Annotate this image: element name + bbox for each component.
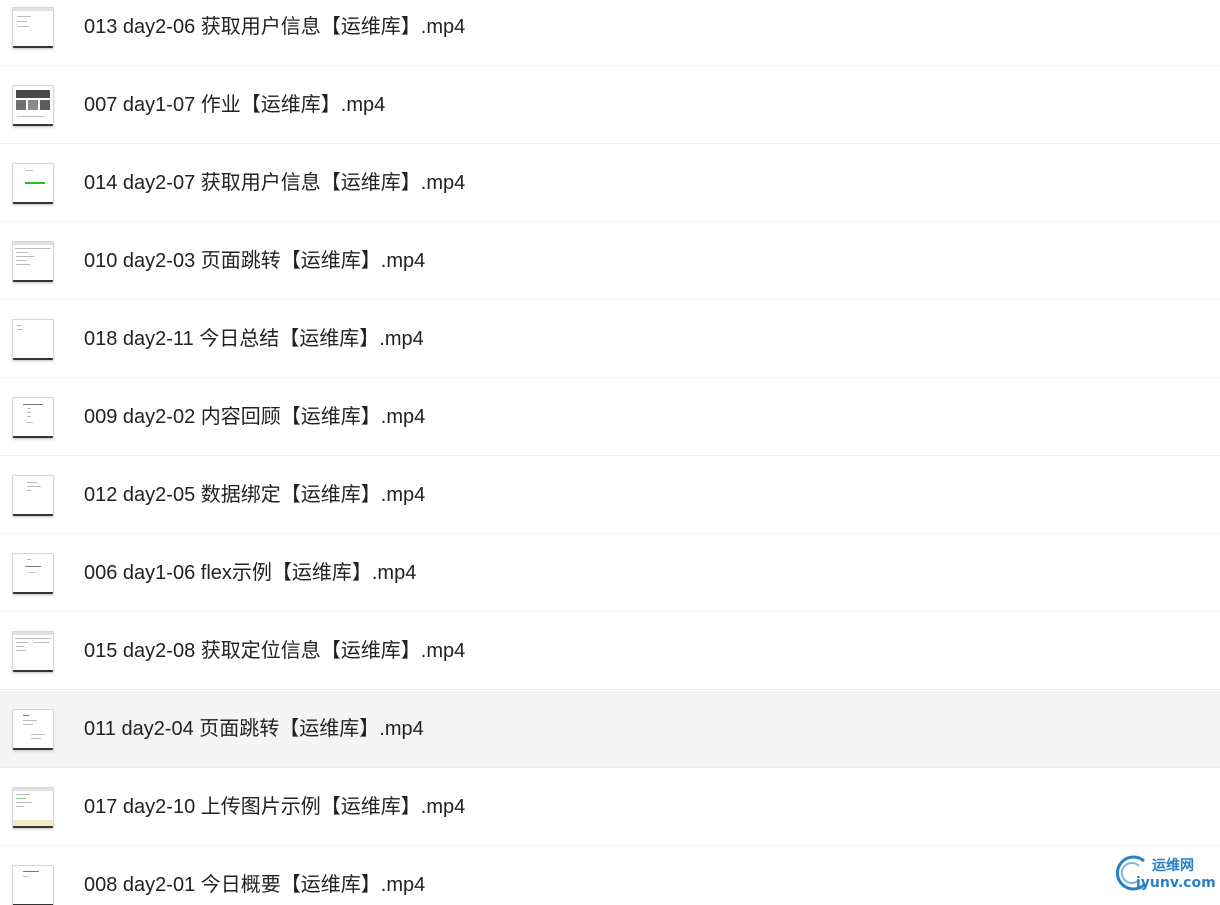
video-thumbnail-icon	[12, 865, 54, 905]
file-row[interactable]: 006 day1-06 flex示例【运维库】.mp4	[0, 535, 1220, 612]
file-row[interactable]: 014 day2-07 获取用户信息【运维库】.mp4	[0, 145, 1220, 222]
file-row-hovered[interactable]: 011 day2-04 页面跳转【运维库】.mp4	[0, 691, 1220, 768]
watermark-text-bottom: iyunv.com	[1136, 875, 1216, 891]
video-thumbnail-icon	[12, 787, 54, 829]
file-name: 008 day2-01 今日概要【运维库】.mp4	[84, 874, 426, 896]
video-thumbnail-icon	[12, 709, 54, 751]
file-name: 007 day1-07 作业【运维库】.mp4	[84, 94, 386, 116]
video-thumbnail-icon	[12, 631, 54, 673]
video-thumbnail-icon	[12, 7, 54, 49]
file-row[interactable]: 008 day2-01 今日概要【运维库】.mp4	[0, 847, 1220, 905]
watermark-text-top: 运维网	[1152, 858, 1194, 874]
file-name: 009 day2-02 内容回顾【运维库】.mp4	[84, 406, 426, 428]
video-thumbnail-icon	[12, 319, 54, 361]
file-name: 012 day2-05 数据绑定【运维库】.mp4	[84, 484, 426, 506]
file-name: 014 day2-07 获取用户信息【运维库】.mp4	[84, 172, 466, 194]
file-name: 015 day2-08 获取定位信息【运维库】.mp4	[84, 640, 466, 662]
file-list: 013 day2-06 获取用户信息【运维库】.mp4 007 day1-07 …	[0, 0, 1220, 905]
file-name: 011 day2-04 页面跳转【运维库】.mp4	[84, 718, 424, 740]
file-name: 010 day2-03 页面跳转【运维库】.mp4	[84, 250, 426, 272]
file-row[interactable]: 015 day2-08 获取定位信息【运维库】.mp4	[0, 613, 1220, 690]
file-name: 018 day2-11 今日总结【运维库】.mp4	[84, 328, 424, 350]
file-row[interactable]: 017 day2-10 上传图片示例【运维库】.mp4	[0, 769, 1220, 846]
file-name: 017 day2-10 上传图片示例【运维库】.mp4	[84, 796, 466, 818]
file-row[interactable]: 018 day2-11 今日总结【运维库】.mp4	[0, 301, 1220, 378]
video-thumbnail-icon	[12, 163, 54, 205]
video-thumbnail-icon	[12, 85, 54, 127]
file-name: 006 day1-06 flex示例【运维库】.mp4	[84, 562, 417, 584]
video-thumbnail-icon	[12, 397, 54, 439]
file-row[interactable]: 009 day2-02 内容回顾【运维库】.mp4	[0, 379, 1220, 456]
video-thumbnail-icon	[12, 241, 54, 283]
file-row[interactable]: 007 day1-07 作业【运维库】.mp4	[0, 67, 1220, 144]
file-name: 013 day2-06 获取用户信息【运维库】.mp4	[84, 16, 466, 38]
video-thumbnail-icon	[12, 553, 54, 595]
watermark-logo: 运维网 iyunv.com	[1114, 853, 1216, 897]
file-row[interactable]: 013 day2-06 获取用户信息【运维库】.mp4	[0, 0, 1220, 66]
file-row[interactable]: 012 day2-05 数据绑定【运维库】.mp4	[0, 457, 1220, 534]
file-row[interactable]: 010 day2-03 页面跳转【运维库】.mp4	[0, 223, 1220, 300]
video-thumbnail-icon	[12, 475, 54, 517]
